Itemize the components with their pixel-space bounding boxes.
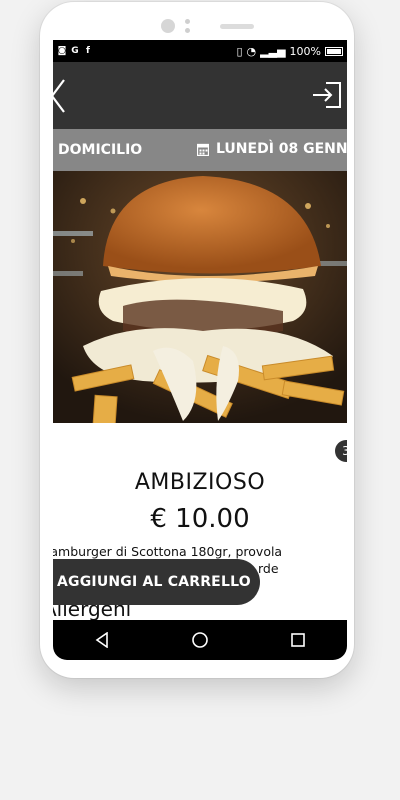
- product-photo: [53, 171, 347, 423]
- back-triangle-icon[interactable]: [94, 632, 110, 648]
- order-info-bar: DOMICILIO LUNEDÌ 08 GENNA: [53, 129, 347, 171]
- home-circle-icon[interactable]: [191, 631, 209, 649]
- facebook-icon: f: [86, 46, 90, 56]
- product-price: € 10.00: [150, 504, 250, 534]
- system-nav-bar: [53, 620, 347, 660]
- status-icons-right: ▯ ◔ ▂▃▅ 100%: [236, 45, 343, 58]
- battery-icon: [325, 46, 343, 56]
- calendar-icon: [197, 143, 209, 156]
- burger-image: [53, 171, 347, 423]
- back-icon[interactable]: [53, 79, 67, 113]
- delivery-mode-label[interactable]: DOMICILIO: [58, 142, 142, 158]
- earpiece: [220, 24, 254, 29]
- notification-icon: ◙: [57, 46, 67, 56]
- app-screen: ◙ G f ▯ ◔ ▂▃▅ 100% DOMICILIO LUNEDÌ 08 G…: [53, 40, 347, 660]
- status-bar: ◙ G f ▯ ◔ ▂▃▅ 100%: [53, 40, 347, 62]
- product-description-line2: rde: [258, 561, 279, 576]
- add-to-cart-button[interactable]: AGGIUNGI AL CARRELLO: [53, 559, 260, 605]
- date-selector[interactable]: LUNEDÌ 08 GENNA: [197, 141, 347, 157]
- sensors: [185, 19, 190, 33]
- signal-icon: ▂▃▅: [260, 44, 286, 58]
- top-app-bar: [53, 62, 347, 129]
- front-camera: [161, 19, 175, 33]
- product-name: AMBIZIOSO: [134, 470, 266, 495]
- status-icons-left: ◙ G f: [57, 46, 93, 56]
- g-icon: G: [71, 46, 79, 56]
- login-icon[interactable]: [312, 82, 342, 108]
- date-label: LUNEDÌ 08 GENNA: [216, 141, 347, 157]
- recents-square-icon[interactable]: [290, 632, 306, 648]
- vibrate-icon: ▯: [236, 44, 243, 58]
- scroll-indicator[interactable]: 3: [335, 440, 347, 462]
- wifi-icon: ◔: [246, 44, 257, 58]
- battery-percent: 100%: [289, 44, 321, 58]
